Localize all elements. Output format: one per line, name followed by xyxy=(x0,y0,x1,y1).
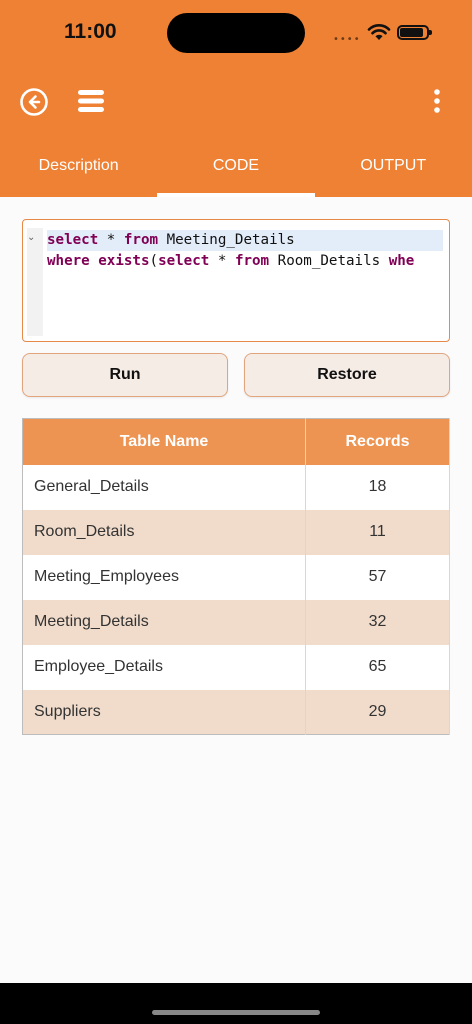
table-row: Meeting_Details 32 xyxy=(22,599,450,645)
table-row: Room_Details 11 xyxy=(22,509,450,555)
code-token: Room_Details xyxy=(269,253,389,269)
records-cell: 11 xyxy=(305,509,450,555)
battery-icon xyxy=(397,25,432,40)
code-token: select xyxy=(158,253,210,269)
records-cell: 32 xyxy=(305,599,450,645)
app-header: 11:00 •••• Description CODE OUTPUT xyxy=(0,0,472,197)
tab-output[interactable]: OUTPUT xyxy=(315,140,472,197)
table-name-cell: Meeting_Details xyxy=(22,599,306,645)
records-cell: 65 xyxy=(305,644,450,690)
table-row: General_Details 18 xyxy=(22,464,450,510)
code-token: exists xyxy=(98,253,150,269)
code-token: from xyxy=(123,232,159,248)
code-token: * xyxy=(98,232,124,248)
run-button[interactable]: Run xyxy=(22,353,228,397)
code-token: whe xyxy=(388,253,415,269)
code-token: ( xyxy=(149,253,159,269)
bottom-bar xyxy=(0,983,472,1024)
code-token: where xyxy=(47,253,90,269)
signal-icon: •••• xyxy=(333,34,361,45)
column-header-records: Records xyxy=(305,418,450,465)
home-indicator[interactable] xyxy=(152,1010,320,1015)
table-name-cell: Room_Details xyxy=(22,509,306,555)
table-name-cell: Suppliers xyxy=(22,689,306,735)
hamburger-menu-icon xyxy=(78,90,104,112)
wifi-icon xyxy=(367,24,391,40)
code-token: * xyxy=(209,253,235,269)
table-name-cell: Employee_Details xyxy=(22,644,306,690)
status-icons: •••• xyxy=(333,22,433,45)
records-cell: 57 xyxy=(305,554,450,600)
results-table: Table Name Records General_Details 18 Ro… xyxy=(22,418,450,735)
tab-bar: Description CODE OUTPUT xyxy=(0,140,472,197)
table-row: Meeting_Employees 57 xyxy=(22,554,450,600)
tab-code[interactable]: CODE xyxy=(157,140,315,197)
table-name-cell: General_Details xyxy=(22,464,306,510)
fold-chevron-icon[interactable]: ⌄ xyxy=(27,232,35,243)
back-circle-icon xyxy=(20,88,48,116)
more-vertical-icon xyxy=(434,89,440,113)
code-line-1: select * from Meeting_Details xyxy=(47,230,443,251)
editor-gutter xyxy=(27,228,43,336)
code-token: Meeting_Details xyxy=(158,232,295,248)
table-row: Employee_Details 65 xyxy=(22,644,450,690)
status-time: 11:00 xyxy=(64,20,117,43)
camera-notch xyxy=(167,13,305,53)
restore-button[interactable]: Restore xyxy=(244,353,450,397)
sql-code-editor[interactable]: ⌄ select * from Meeting_Details where ex… xyxy=(22,219,450,342)
back-button[interactable] xyxy=(18,86,50,118)
column-header-table-name: Table Name xyxy=(22,418,306,465)
records-cell: 29 xyxy=(305,689,450,735)
code-line-2: where exists(select * from Room_Details … xyxy=(47,251,414,272)
more-options-button[interactable] xyxy=(426,86,448,116)
code-token: select xyxy=(47,232,99,248)
tab-description[interactable]: Description xyxy=(0,140,157,197)
code-token: from xyxy=(234,253,270,269)
records-cell: 18 xyxy=(305,464,450,510)
table-row: Suppliers 29 xyxy=(22,689,450,735)
table-header-row: Table Name Records xyxy=(22,418,450,465)
table-name-cell: Meeting_Employees xyxy=(22,554,306,600)
menu-button[interactable] xyxy=(76,86,106,116)
